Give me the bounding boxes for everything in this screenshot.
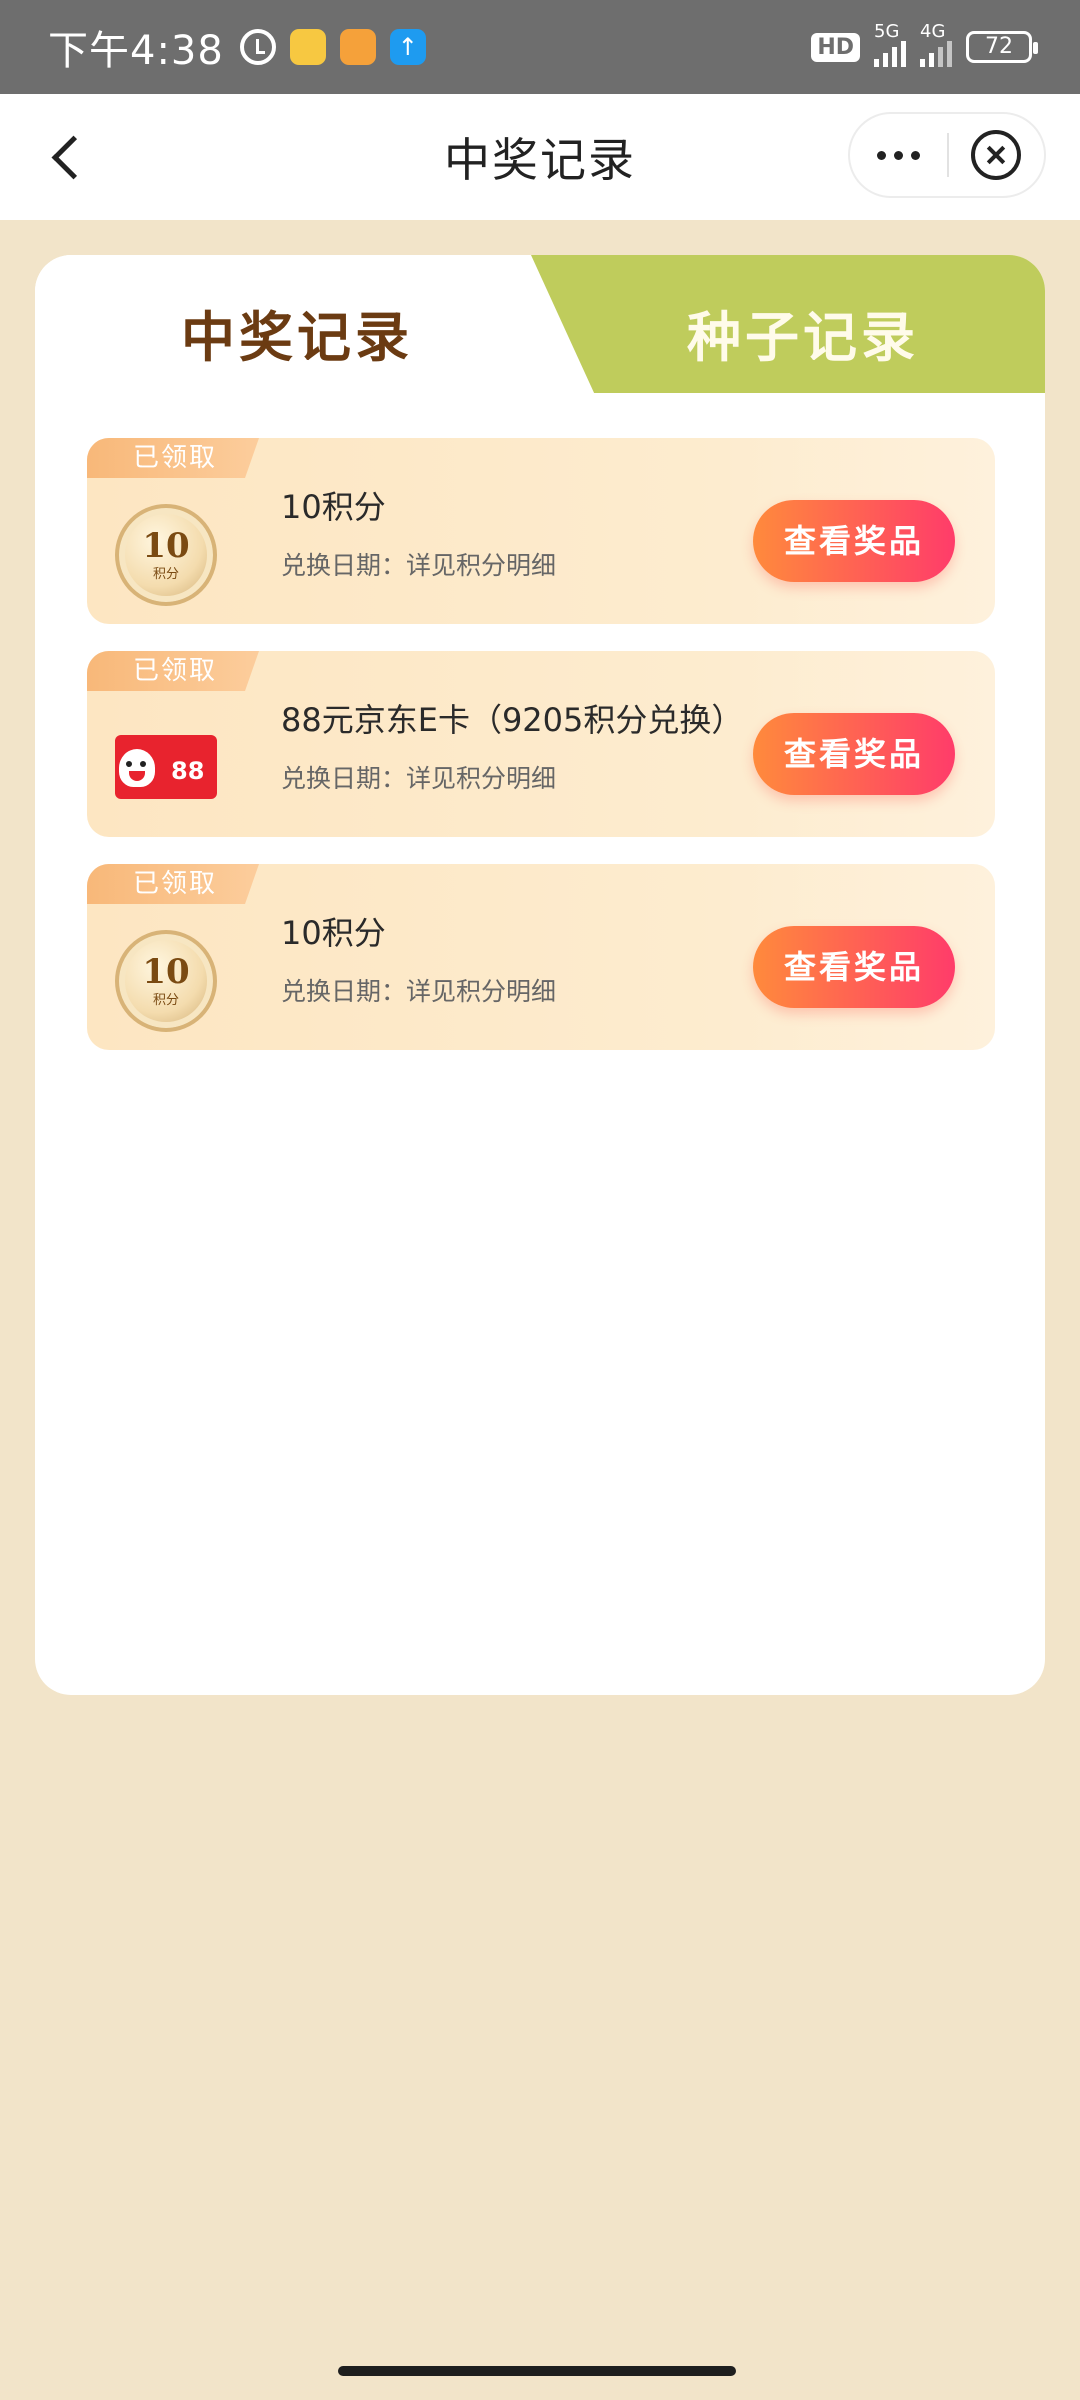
- record-title: 10积分: [281, 914, 386, 952]
- signal-5g-icon: 5G: [874, 21, 906, 67]
- view-prize-button[interactable]: 查看奖品: [753, 500, 955, 582]
- claimed-badge: 已领取: [87, 438, 259, 478]
- status-bar: 下午4:38 ↑ HD 5G 4G 72: [0, 0, 1080, 94]
- tab-winning-records[interactable]: 中奖记录: [181, 293, 413, 372]
- jd-mascot-icon: [119, 749, 155, 787]
- mini-program-capsule: [848, 112, 1046, 198]
- status-time: 下午4:38: [48, 28, 224, 74]
- upload-notification-icon: ↑: [389, 29, 426, 65]
- battery-icon: 72: [966, 31, 1038, 63]
- nav-bar: 中奖记录: [0, 94, 1080, 220]
- page-title: 中奖记录: [444, 133, 636, 187]
- back-button[interactable]: [46, 130, 96, 184]
- record-title: 88元京东E卡（9205积分兑换）: [281, 701, 744, 739]
- points-coin-icon: 10 积分: [115, 504, 217, 606]
- points-coin-icon: 10 积分: [115, 930, 217, 1032]
- view-prize-button[interactable]: 查看奖品: [753, 713, 955, 795]
- record-date: 兑换日期：详见积分明细: [281, 764, 557, 793]
- close-icon: [971, 130, 1022, 180]
- claimed-badge: 已领取: [87, 864, 259, 904]
- claimed-badge: 已领取: [87, 651, 259, 691]
- more-dots-icon: [877, 150, 886, 160]
- record-date: 兑换日期：详见积分明细: [281, 977, 557, 1006]
- more-button[interactable]: [850, 114, 947, 196]
- status-system-icons: HD 5G 4G 72: [811, 21, 1038, 67]
- tab-seed-records[interactable]: 种子记录: [687, 293, 919, 372]
- home-indicator[interactable]: [338, 2366, 736, 2376]
- app-notification-icon: [289, 29, 326, 65]
- record-item: 已领取 10 积分 10积分 兑换日期：详见积分明细 查看奖品: [87, 864, 995, 1050]
- record-title: 10积分: [281, 488, 386, 526]
- signal-4g-icon: 4G: [920, 21, 952, 67]
- view-prize-button[interactable]: 查看奖品: [753, 926, 955, 1008]
- record-item: 已领取 88 88元京东E卡（9205积分兑换） 兑换日期：详见积分明细 查看奖…: [87, 651, 995, 837]
- record-item: 已领取 10 积分 10积分 兑换日期：详见积分明细 查看奖品: [87, 438, 995, 624]
- records-card: 中奖记录 种子记录 已领取 10 积分 10积分 兑换日期：详见积分明细 查看奖…: [35, 255, 1045, 1695]
- close-button[interactable]: [949, 114, 1044, 196]
- alarm-icon: [239, 29, 276, 65]
- hd-icon: HD: [811, 32, 860, 62]
- app-notification-icon: [339, 29, 376, 65]
- jd-ecard-icon: 88: [115, 735, 217, 799]
- status-notification-icons: ↑: [239, 29, 426, 65]
- record-date: 兑换日期：详见积分明细: [281, 551, 557, 580]
